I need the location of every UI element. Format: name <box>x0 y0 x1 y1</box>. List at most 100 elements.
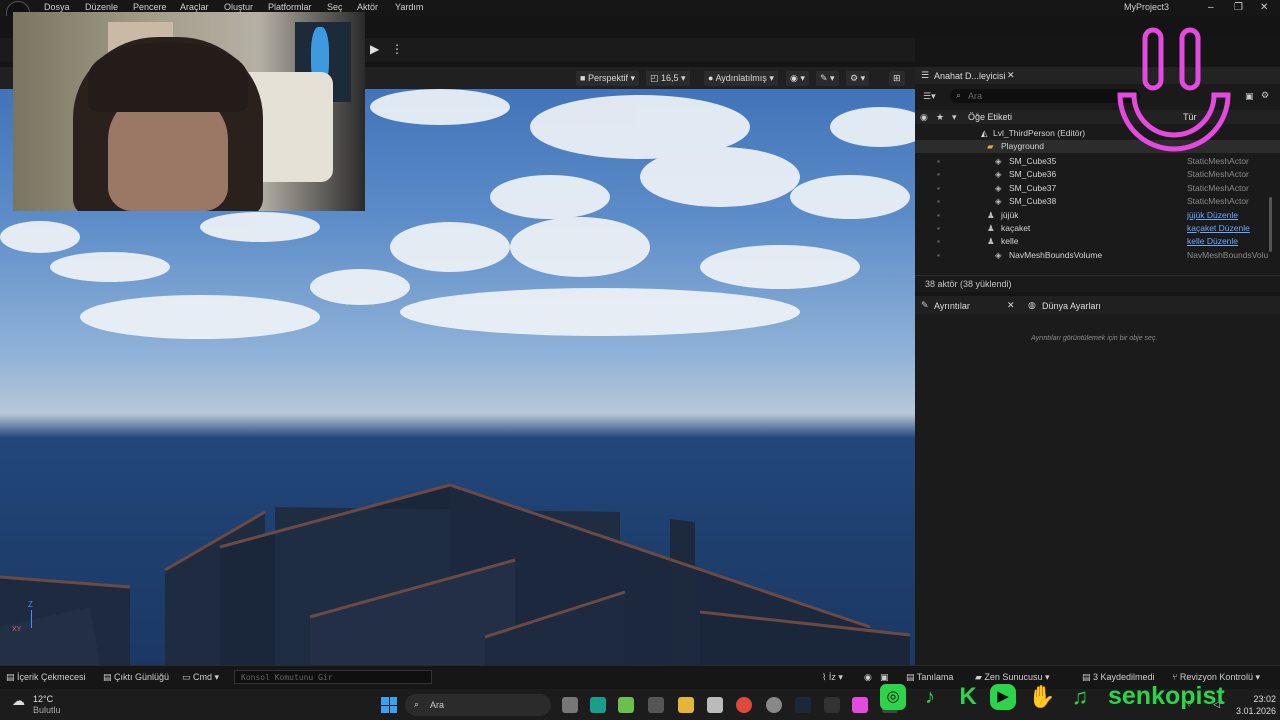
outliner-tab-title[interactable]: Anahat D...leyicisi <box>934 71 1006 81</box>
globe-icon: ◍ <box>1028 300 1036 310</box>
more-options-icon[interactable]: ⋮ <box>391 42 403 56</box>
row-name: NavMeshBoundsVolume <box>1009 249 1103 260</box>
filter-icon[interactable]: ☰▾ <box>923 91 936 102</box>
output-log-button[interactable]: ▤ Çıktı Günlüğü <box>103 672 169 683</box>
outliner-scrollbar[interactable] <box>1269 197 1272 252</box>
new-folder-icon[interactable]: ▣ <box>1245 91 1254 102</box>
outliner-settings-icon[interactable]: ⚙ <box>1261 90 1269 101</box>
menu-select[interactable]: Seç <box>327 2 343 12</box>
close-details-icon[interactable]: ✕ <box>1007 300 1015 311</box>
mesh-icon: ◈ <box>995 196 1002 207</box>
settings-gear-icon[interactable]: ⚙ ▾ <box>846 71 870 86</box>
show-eye-icon[interactable]: ◉ ▾ <box>786 71 809 86</box>
weather-temp[interactable]: 12°C <box>33 694 53 704</box>
menu-window[interactable]: Pencere <box>133 2 167 12</box>
star-icon[interactable]: ★ <box>936 112 944 123</box>
menu-platforms[interactable]: Platformlar <box>268 2 312 12</box>
details-tab-bar: ✎ Ayrıntılar ✕ ◍ Dünya Ayarları <box>915 296 1280 314</box>
visibility-toggle-icon[interactable]: ▪ <box>937 182 940 195</box>
outliner-row[interactable]: ▪ ♟ kelle kelle Düzenle <box>915 235 1280 248</box>
details-empty-message: Ayrıntıları görüntülemek için bir obje s… <box>1031 335 1158 342</box>
menu-tools[interactable]: Araçlar <box>180 2 209 12</box>
menu-help[interactable]: Yardım <box>395 2 423 12</box>
app-icon-5[interactable] <box>852 697 868 713</box>
axis-gizmo: Z XY <box>12 600 36 636</box>
console-input[interactable]: Konsol Komutunu Gir <box>234 670 432 684</box>
menu-file[interactable]: Dosya <box>44 2 70 12</box>
visibility-toggle-icon[interactable]: ▪ <box>937 222 940 235</box>
visibility-toggle-icon[interactable]: ▪ <box>937 249 940 262</box>
actor-icon: ♟ <box>987 236 995 247</box>
close-tab-icon[interactable]: ✕ <box>1007 70 1015 81</box>
visibility-toggle-icon[interactable]: ▪ <box>937 209 940 222</box>
project-name: MyProject3 <box>1124 2 1170 12</box>
search-placeholder: Ara <box>968 91 983 101</box>
tab-details[interactable]: Ayrıntılar <box>934 301 970 311</box>
diagnostics-button[interactable]: ▤ Tanılama <box>906 672 953 683</box>
outliner-row[interactable]: ▪ ◈ SM_Cube37 StaticMeshActor <box>915 182 1280 195</box>
record-icon[interactable]: ◉ <box>864 672 872 683</box>
column-item-label[interactable]: Öğe Etiketi <box>968 112 1012 122</box>
search-icon: ⌕ <box>956 90 962 100</box>
trace-dropdown[interactable]: ⌇ İz ▾ <box>822 672 843 683</box>
transform-tools-icon[interactable]: ✎ ▾ <box>816 71 839 86</box>
visibility-toggle-icon[interactable]: ▪ <box>937 195 940 208</box>
clock-date[interactable]: 3.01.2026 <box>1232 706 1276 716</box>
app-icon-2[interactable] <box>618 697 634 713</box>
minimize-icon[interactable]: – <box>1208 2 1214 13</box>
app-icon-1[interactable] <box>590 697 606 713</box>
menu-edit[interactable]: Düzenle <box>85 2 118 12</box>
layout-grid-icon[interactable]: ⊞ <box>889 71 905 86</box>
menu-actor[interactable]: Aktör <box>357 2 378 12</box>
play-icon[interactable]: ▶ <box>370 42 379 56</box>
epic-games-icon[interactable] <box>824 697 840 713</box>
edit-blueprint-link[interactable]: kaçaket Düzenle <box>1187 222 1250 235</box>
content-drawer-button[interactable]: ▤ İçerik Çekmecesi <box>6 672 86 683</box>
weather-desc[interactable]: Bulutlu <box>33 705 61 715</box>
fov-button[interactable]: ◰ 16,5 ▾ <box>646 71 690 86</box>
github-icon[interactable] <box>766 697 782 713</box>
steam-icon[interactable] <box>795 697 811 713</box>
edit-blueprint-link[interactable]: kelle Düzenle <box>1187 235 1238 248</box>
perspective-button[interactable]: ■ Perspektif ▾ <box>576 71 639 86</box>
taskbar-search[interactable]: ⌕ Ara <box>405 694 551 716</box>
visibility-eye-icon[interactable]: ◉ <box>920 112 928 123</box>
edit-blueprint-link[interactable]: jüjük Düzenle <box>1187 209 1238 222</box>
weather-cloud-icon[interactable]: ☁ <box>12 693 25 709</box>
close-icon[interactable]: ✕ <box>1260 2 1268 13</box>
pin-icon[interactable]: ▾ <box>952 112 957 123</box>
mesh-icon: ◈ <box>995 182 1002 193</box>
app-icon-4[interactable] <box>707 697 723 713</box>
instagram-icon: ◎ <box>880 684 906 710</box>
cmd-dropdown[interactable]: ▭ Cmd ▾ <box>182 672 219 683</box>
visibility-toggle-icon[interactable]: ▪ <box>937 168 940 181</box>
row-name: SM_Cube37 <box>1009 182 1057 193</box>
clock-time[interactable]: 23:02 <box>1232 694 1276 704</box>
visibility-toggle-icon[interactable]: ▪ <box>937 155 940 168</box>
taskbar-search-label: Ara <box>430 700 445 710</box>
axis-xy-label: XY <box>12 626 22 633</box>
file-explorer-icon[interactable] <box>678 697 694 713</box>
mesh-icon: ◈ <box>995 156 1002 166</box>
row-name: SM_Cube36 <box>1009 169 1057 180</box>
mesh-icon: ◈ <box>995 169 1002 180</box>
like-icon: ✋ <box>1028 684 1056 709</box>
actor-icon: ♟ <box>987 223 995 233</box>
maximize-icon[interactable]: ❐ <box>1234 2 1243 13</box>
task-view-icon[interactable] <box>562 697 578 713</box>
tab-world-settings[interactable]: Dünya Ayarları <box>1042 301 1101 311</box>
lighting-button[interactable]: ● Aydınlatılmış ▾ <box>704 71 778 86</box>
app-icon-3[interactable] <box>648 697 664 713</box>
menu-build[interactable]: Oluştur <box>224 2 253 12</box>
outliner-row[interactable]: ▪ ◈ NavMeshBoundsVolume NavMeshBoundsVolu <box>915 249 1280 262</box>
outliner-row[interactable]: ▪ ♟ jüjük jüjük Düzenle <box>915 209 1280 222</box>
visibility-toggle-icon[interactable]: ▪ <box>937 235 940 248</box>
row-type: NavMeshBoundsVolu <box>1187 249 1269 260</box>
camera-icon[interactable]: ▣ <box>880 672 889 683</box>
chrome-icon[interactable] <box>736 697 752 713</box>
zen-server-dropdown[interactable]: ▰ Zen Sunucusu ▾ <box>975 672 1050 683</box>
outliner-row[interactable]: ▪ ◈ SM_Cube36 StaticMeshActor <box>915 168 1280 181</box>
outliner-row[interactable]: ▪ ◈ SM_Cube38 StaticMeshActor <box>915 195 1280 208</box>
outliner-row[interactable]: ▪ ♟ kaçaket kaçaket Düzenle <box>915 222 1280 235</box>
start-windows-icon[interactable] <box>381 697 397 713</box>
